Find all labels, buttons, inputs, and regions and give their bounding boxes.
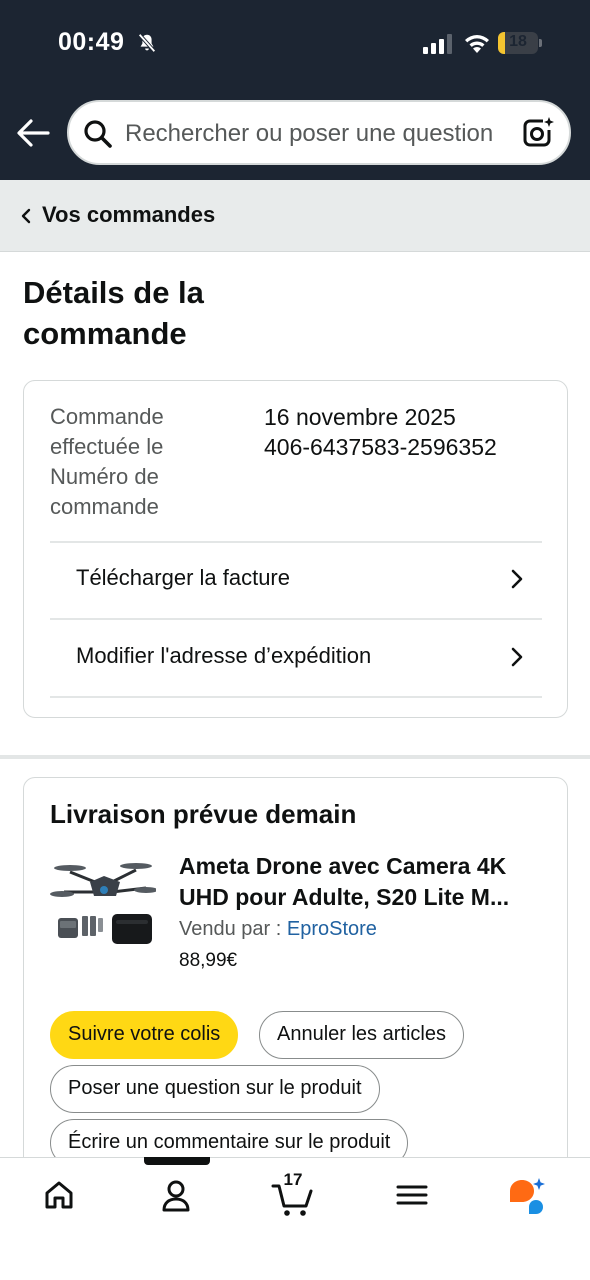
- bell-off-icon: [138, 33, 156, 53]
- app-header: 00:49 18 Rechercher ou poser une questio…: [0, 0, 590, 180]
- chevron-right-icon: [511, 647, 523, 667]
- delivery-status-title: Livraison prévue demain: [50, 799, 357, 829]
- divider: [50, 696, 542, 698]
- ask-product-question-button[interactable]: Poser une question sur le produit: [50, 1065, 380, 1113]
- search-placeholder: Rechercher ou poser une question: [125, 120, 494, 147]
- rufus-ai-icon: [510, 1178, 545, 1214]
- bottom-tab-bar: 17: [0, 1157, 590, 1280]
- status-time: 00:49: [58, 28, 125, 56]
- product-title-line2: UHD pour Adulte, S20 Lite M...: [179, 884, 510, 910]
- product-title-line1: Ameta Drone avec Camera 4K: [179, 853, 507, 879]
- edit-shipping-address-link[interactable]: Modifier l'adresse d’expédition: [50, 621, 542, 695]
- chevron-left-icon: [21, 208, 31, 224]
- breadcrumb[interactable]: Vos commandes: [0, 180, 590, 252]
- battery-icon: 18: [498, 32, 542, 54]
- battery-percentage: 18: [509, 33, 527, 50]
- search-icon: [84, 120, 112, 148]
- tab-rufus[interactable]: [492, 1176, 562, 1220]
- download-invoice-label: Télécharger la facture: [76, 565, 290, 590]
- product-price: 88,99€: [179, 950, 238, 971]
- breadcrumb-label: Vos commandes: [42, 202, 216, 227]
- product-title[interactable]: Ameta Drone avec Camera 4K UHD pour Adul…: [179, 851, 544, 913]
- product-image[interactable]: [50, 854, 156, 954]
- divider: [50, 618, 542, 620]
- chevron-right-icon: [511, 569, 523, 589]
- tab-account[interactable]: [141, 1176, 211, 1220]
- sold-by-label: Vendu par :: [179, 918, 282, 940]
- order-number-value: 406-6437583-2596352: [264, 434, 497, 460]
- tab-cart[interactable]: 17: [259, 1170, 329, 1220]
- tab-menu[interactable]: [377, 1176, 447, 1220]
- camera-scan-icon[interactable]: [521, 116, 555, 150]
- edit-shipping-address-label: Modifier l'adresse d’expédition: [76, 643, 372, 668]
- download-invoice-link[interactable]: Télécharger la facture: [50, 543, 542, 617]
- person-icon: [162, 1180, 190, 1212]
- cellular-signal-icon: [423, 34, 452, 54]
- menu-icon: [396, 1185, 428, 1205]
- sold-by: Vendu par : EproStore: [179, 918, 377, 941]
- order-summary-card: Commande effectuée le Numéro de commande…: [23, 380, 568, 718]
- order-number-label: Numéro de commande: [50, 464, 159, 519]
- order-date-label: Commande effectuée le: [50, 404, 164, 459]
- track-package-button[interactable]: Suivre votre colis: [50, 1011, 239, 1059]
- section-divider: [0, 755, 590, 759]
- arrow-left-icon[interactable]: [16, 118, 50, 148]
- cancel-items-button[interactable]: Annuler les articles: [259, 1011, 464, 1059]
- tab-home[interactable]: [24, 1176, 94, 1220]
- page-title: Détails de la commande: [23, 275, 204, 351]
- cart-icon: [271, 1184, 313, 1216]
- active-tab-indicator: [144, 1157, 210, 1165]
- search-input[interactable]: Rechercher ou poser une question: [67, 100, 571, 165]
- wifi-icon: [465, 35, 489, 53]
- home-icon: [45, 1181, 73, 1209]
- order-date-value: 16 novembre 2025: [264, 404, 456, 430]
- seller-link[interactable]: EproStore: [287, 918, 377, 940]
